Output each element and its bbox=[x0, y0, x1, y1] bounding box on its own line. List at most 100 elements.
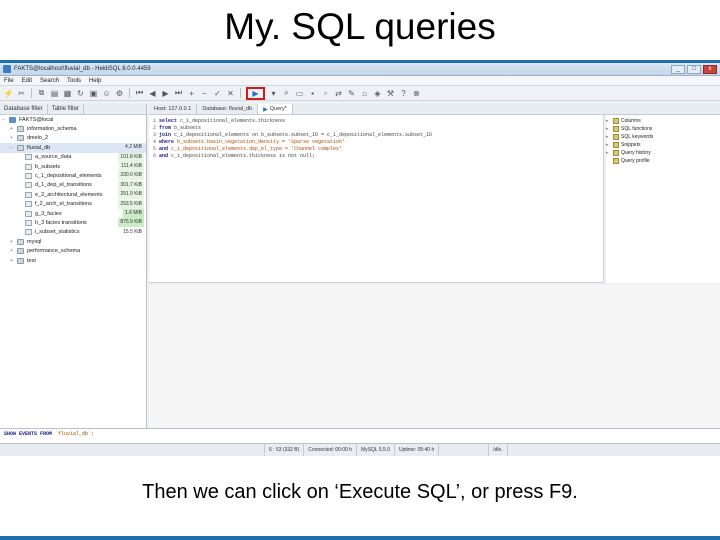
execute-dropdown-icon[interactable]: ▾ bbox=[268, 88, 279, 99]
sql-editor[interactable]: 1 select c_1_depositional_elements.thickn… bbox=[149, 115, 604, 283]
sql-text: b_subsets.basin_vegetation_density = 'Sp… bbox=[177, 139, 346, 145]
tree-item[interactable]: c_1_depositional_elements 330.0 KiB bbox=[0, 171, 146, 181]
tree-item[interactable]: + performance_schema bbox=[0, 246, 146, 255]
tree-item[interactable]: − fluvial_db 4.2 MiB bbox=[0, 143, 146, 153]
menu-file[interactable]: File bbox=[4, 78, 14, 84]
tree-item-label: dmelo_2 bbox=[27, 135, 49, 142]
status-uptime: Uptime: 05:40 h bbox=[395, 443, 440, 456]
tree-item[interactable]: f_2_arch_el_transitions 293.5 KiB bbox=[0, 199, 146, 209]
maintenance-icon[interactable]: ⚙ bbox=[114, 88, 125, 99]
user-manager-icon[interactable]: ☺ bbox=[101, 88, 112, 99]
maximize-button[interactable]: □ bbox=[687, 64, 701, 74]
query-help-icon[interactable]: ⌂ bbox=[359, 88, 370, 99]
expand-toggle-icon[interactable]: − bbox=[2, 117, 9, 123]
tree-item[interactable]: e_2_architectural_elements 291.9 KiB bbox=[0, 190, 146, 200]
tree-item-size: 291.9 KiB bbox=[118, 190, 144, 200]
tree-item-label: b_subsets bbox=[35, 163, 61, 170]
sql-keyword: select bbox=[159, 118, 181, 124]
helper-item[interactable]: ▸ SQL functions bbox=[606, 125, 720, 133]
cancel-icon[interactable]: ✕ bbox=[225, 88, 236, 99]
sql-text: c_1_depositional_elements on b_subsets.s… bbox=[174, 132, 433, 138]
save-snippet-icon[interactable]: ▫ bbox=[320, 88, 331, 99]
export-icon[interactable]: ▣ bbox=[88, 88, 99, 99]
expand-toggle-icon[interactable]: − bbox=[10, 145, 17, 151]
menu-edit[interactable]: Edit bbox=[22, 78, 32, 84]
tree-item-label: FAKTS@local bbox=[19, 116, 54, 123]
tab-database[interactable]: Database: fluvial_db bbox=[197, 104, 259, 114]
table-icon bbox=[25, 201, 32, 208]
tree-item[interactable]: g_3_facies 1.6 MiB bbox=[0, 208, 146, 218]
refresh-icon[interactable]: ↻ bbox=[75, 88, 86, 99]
tab-query[interactable]: ▶ Query* bbox=[258, 104, 293, 114]
helper-item[interactable]: ▸ Query history bbox=[606, 149, 720, 157]
format-sql-icon[interactable]: ✎ bbox=[346, 88, 357, 99]
add-record-icon[interactable]: + bbox=[186, 88, 197, 99]
sql-text: c_1_depositional_elements.dep_el_type = … bbox=[171, 146, 343, 152]
tree-item-size: 293.5 KiB bbox=[118, 199, 144, 209]
sql-keyword: where bbox=[159, 139, 178, 145]
tab-table-filter[interactable]: Table filter bbox=[48, 104, 85, 114]
prev-record-icon[interactable]: ◀ bbox=[147, 88, 158, 99]
helper-expand-icon[interactable]: ▸ bbox=[606, 118, 613, 124]
post-icon[interactable]: ✓ bbox=[212, 88, 223, 99]
expand-toggle-icon[interactable]: + bbox=[10, 248, 17, 254]
paste-icon[interactable]: ▤ bbox=[49, 88, 60, 99]
tree-item[interactable]: i_subset_statistics 15.5 KiB bbox=[0, 228, 146, 237]
sql-keyword: join bbox=[159, 132, 175, 138]
expand-toggle-icon[interactable]: + bbox=[10, 135, 17, 141]
helper-item[interactable]: ▸ SQL keywords bbox=[606, 133, 720, 141]
helper-expand-icon[interactable]: ▸ bbox=[606, 134, 613, 140]
disconnect-icon[interactable]: ✂ bbox=[16, 88, 27, 99]
stop-icon[interactable]: ⊗ bbox=[411, 88, 422, 99]
replace-icon[interactable]: ⇄ bbox=[333, 88, 344, 99]
status-state: Idle. bbox=[489, 443, 508, 456]
helper-expand-icon[interactable]: ▸ bbox=[606, 126, 613, 132]
close-button[interactable]: x bbox=[703, 64, 717, 74]
helper-item[interactable]: ▸ Columns bbox=[606, 117, 720, 125]
tab-host[interactable]: Host: 127.0.0.1 bbox=[149, 104, 198, 114]
connect-icon[interactable]: ⚡ bbox=[3, 88, 14, 99]
helper-expand-icon[interactable]: ▸ bbox=[606, 142, 613, 148]
tree-item-size: 101.8 KiB bbox=[118, 152, 144, 162]
first-record-icon[interactable]: ⏮ bbox=[134, 88, 145, 99]
minimize-button[interactable]: _ bbox=[671, 64, 685, 74]
host-icon bbox=[9, 116, 16, 123]
helper-expand-icon[interactable]: ▸ bbox=[606, 150, 613, 156]
tree-item[interactable]: a_source_data 101.8 KiB bbox=[0, 152, 146, 162]
tree-item[interactable]: d_1_dep_el_transitions 301.7 KiB bbox=[0, 180, 146, 190]
help-icon[interactable]: ? bbox=[398, 88, 409, 99]
open-file-icon[interactable]: ▭ bbox=[294, 88, 305, 99]
tree-item[interactable]: + dmelo_2 bbox=[0, 134, 146, 143]
tree-item[interactable]: b_subsets 111.4 KiB bbox=[0, 161, 146, 171]
menu-search[interactable]: Search bbox=[40, 78, 59, 84]
expand-toggle-icon[interactable]: + bbox=[10, 239, 17, 245]
tree-item[interactable]: − FAKTS@local bbox=[0, 115, 146, 124]
new-query-icon[interactable]: ▦ bbox=[62, 88, 73, 99]
heidisql-window: FAKTS@localhost\fluvial_db - HeidiSQL 8.… bbox=[0, 60, 720, 456]
tree-item-label: information_schema bbox=[27, 126, 77, 133]
tab-database-filter[interactable]: Database filter bbox=[0, 104, 48, 114]
execute-sql-button[interactable]: ▶ bbox=[246, 86, 265, 100]
tree-item[interactable]: h_3 facies transitions 875.9 KiB bbox=[0, 218, 146, 228]
code-line: 4 where b_subsets.basin_vegetation_densit… bbox=[153, 139, 603, 146]
last-record-icon[interactable]: ⏭ bbox=[173, 88, 184, 99]
tree-item[interactable]: + information_schema bbox=[0, 124, 146, 133]
expand-toggle-icon[interactable]: + bbox=[10, 126, 17, 132]
highlight-icon[interactable]: ◈ bbox=[372, 88, 383, 99]
find-icon[interactable]: ⌕ bbox=[281, 88, 292, 99]
delete-record-icon[interactable]: − bbox=[199, 88, 210, 99]
helper-item[interactable]: ▸ Snippets bbox=[606, 141, 720, 149]
menu-bar: File Edit Search Tools Help bbox=[0, 76, 720, 86]
next-record-icon[interactable]: ▶ bbox=[160, 88, 171, 99]
expand-toggle-icon[interactable]: + bbox=[10, 258, 17, 264]
tree-item[interactable]: + mysql bbox=[0, 237, 146, 246]
helper-label: Snippets bbox=[621, 142, 641, 148]
menu-help[interactable]: Help bbox=[89, 78, 101, 84]
menu-tools[interactable]: Tools bbox=[67, 78, 81, 84]
helper-item[interactable]: Query profile bbox=[606, 157, 720, 165]
copy-icon[interactable]: ⧉ bbox=[36, 88, 47, 99]
tree-item[interactable]: + test bbox=[0, 256, 146, 265]
settings-icon[interactable]: ⚒ bbox=[385, 88, 396, 99]
save-icon[interactable]: ▪ bbox=[307, 88, 318, 99]
status-position: 6 : 53 (332 B) bbox=[265, 443, 305, 456]
